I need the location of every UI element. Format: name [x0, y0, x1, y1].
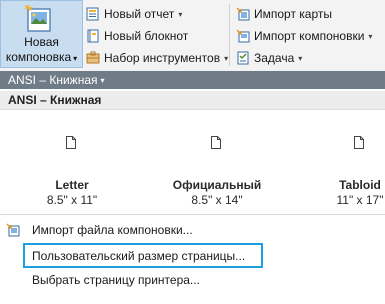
chevron-down-icon: ▾ — [368, 31, 373, 41]
import-layout-file-item[interactable]: Импорт файла компоновки... — [0, 220, 385, 240]
page-option-size: 8.5" x 14" — [191, 193, 243, 207]
page-size-dropdown[interactable]: ANSI – Книжная ▾ — [0, 71, 385, 89]
page-option-size: 8.5" x 11" — [46, 193, 98, 207]
page-option-tabloid[interactable]: Tabloid 11" x 17" — [300, 130, 385, 210]
new-layout-label-text: компоновка — [5, 50, 72, 64]
notebook-icon — [87, 29, 99, 43]
page-icon — [211, 136, 221, 149]
page-icon — [66, 136, 76, 149]
new-notebook-label: Новый блокнот — [104, 29, 189, 43]
new-notebook-button[interactable]: Новый блокнот — [86, 27, 188, 45]
gallery-group-title: ANSI – Книжная — [0, 91, 385, 110]
tasks-label: Задача — [254, 51, 295, 65]
new-layout-label-line2: компоновка ▾ — [5, 50, 78, 64]
new-layout-button[interactable]: Новая компоновка ▾ — [0, 0, 83, 68]
new-report-label: Новый отчет — [104, 7, 175, 21]
import-map-button[interactable]: Импорт карты — [236, 5, 332, 23]
chevron-down-icon: ▾ — [100, 75, 105, 85]
page-size-dropdown-value: ANSI – Книжная — [8, 73, 98, 87]
menu-divider — [0, 214, 385, 215]
tasks-button[interactable]: Задача ▾ — [236, 49, 302, 67]
page-option-size: 11" x 17" — [336, 193, 384, 207]
new-report-button[interactable]: Новый отчет ▾ — [86, 5, 182, 23]
choose-printer-page-item[interactable]: Выбрать страницу принтера... — [0, 270, 385, 290]
new-layout-icon — [25, 5, 51, 32]
import-map-icon — [236, 7, 250, 21]
import-map-label: Импорт карты — [254, 7, 333, 21]
task-icon — [237, 51, 249, 65]
page-option-name: Официальный — [172, 178, 262, 192]
toolsets-button[interactable]: Набор инструментов ▾ — [86, 49, 228, 67]
highlight-frame — [23, 243, 263, 268]
chevron-down-icon: ▾ — [298, 53, 303, 63]
import-layout-button[interactable]: Импорт компоновки ▾ — [236, 27, 372, 45]
page-option-name: Letter — [55, 178, 89, 192]
chevron-down-icon: ▾ — [224, 53, 229, 63]
import-layout-icon — [236, 29, 250, 43]
page-icon — [354, 136, 364, 149]
page-option-legal[interactable]: Официальный 8.5" x 14" — [157, 130, 277, 210]
chevron-down-icon: ▾ — [178, 9, 183, 19]
import-layout-file-icon — [6, 223, 20, 237]
ribbon-separator — [229, 4, 230, 66]
gallery-group-title-text: ANSI – Книжная — [8, 93, 102, 107]
report-icon — [86, 7, 99, 21]
ribbon: Новая компоновка ▾ Новый отчет ▾ Новый бл… — [0, 0, 385, 72]
page-option-name: Tabloid — [339, 178, 381, 192]
toolset-icon — [86, 51, 100, 64]
new-layout-label-line1: Новая — [24, 35, 59, 49]
toolsets-label: Набор инструментов — [104, 51, 221, 65]
choose-printer-page-label: Выбрать страницу принтера... — [32, 273, 200, 287]
import-layout-label: Импорт компоновки — [254, 29, 365, 43]
page-option-letter[interactable]: Letter 8.5" x 11" — [12, 130, 132, 210]
import-layout-file-label: Импорт файла компоновки... — [32, 223, 193, 237]
